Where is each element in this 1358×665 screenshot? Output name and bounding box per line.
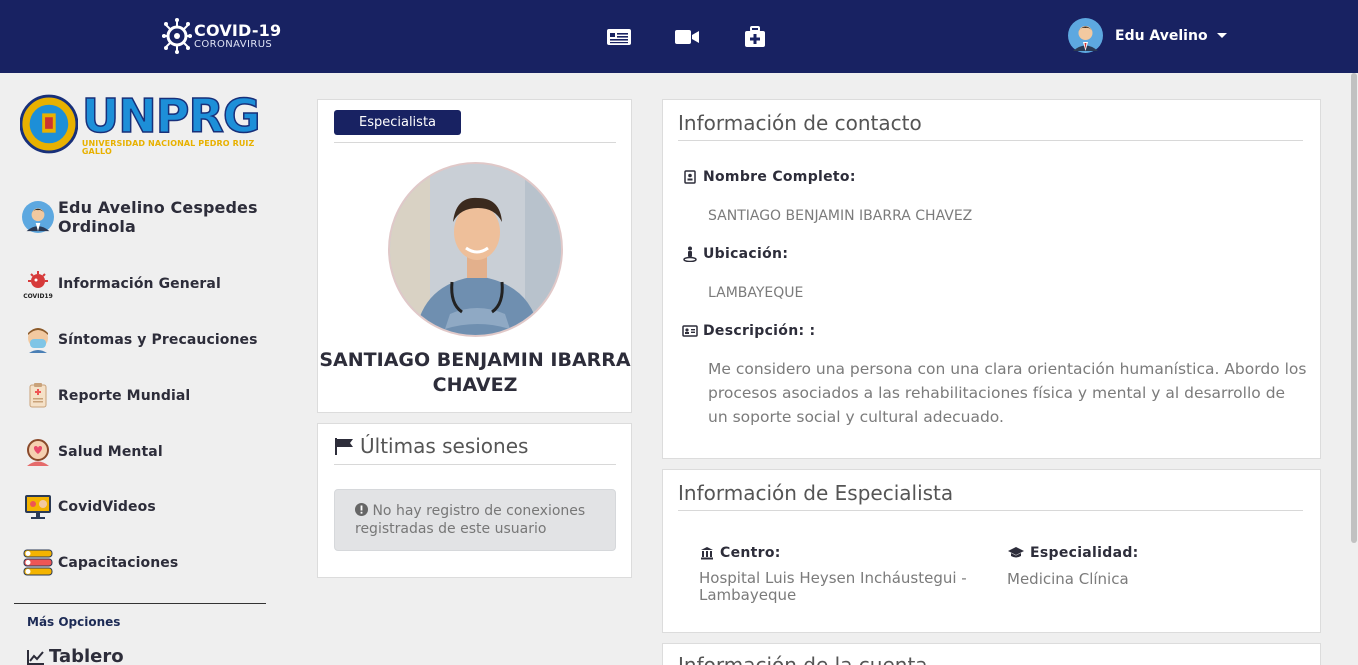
graduation-cap-icon [1007, 545, 1025, 561]
doctor-name: SANTIAGO BENJAMIN IBARRA CHAVEZ [319, 349, 631, 396]
user-menu-dropdown[interactable]: Edu Avelino [1068, 18, 1227, 53]
news-icon[interactable] [605, 24, 633, 50]
clipboard-report-icon [22, 380, 54, 412]
sessions-title: Últimas sesiones [360, 434, 529, 458]
covid19-icon: COVID19 [22, 268, 54, 300]
training-list-icon [22, 547, 54, 579]
scrollbar-thumb[interactable] [1351, 73, 1357, 543]
sidebar-item-covidvideos[interactable]: CovidVideos [22, 491, 156, 523]
specialty-value: Medicina Clínica [1007, 570, 1129, 588]
account-title: Información de la cuenta [678, 653, 928, 665]
line-chart-icon [27, 649, 44, 665]
video-icon[interactable] [673, 24, 701, 50]
svg-text:COVID19: COVID19 [23, 293, 53, 299]
sidebar-item-label: Capacitaciones [58, 555, 179, 571]
sidebar: UNPRG UNIVERSIDAD NACIONAL PEDRO RUIZ GA… [0, 73, 280, 665]
logo-subtitle: CORONAVIRUS [194, 38, 273, 50]
doctor-photo [388, 162, 563, 337]
sidebar-item-label: CovidVideos [58, 499, 156, 515]
sidebar-item-label: Reporte Mundial [58, 388, 191, 404]
contact-card: Información de contacto Nombre Completo:… [662, 99, 1321, 459]
chevron-down-icon [1216, 33, 1227, 38]
full-name-label: Nombre Completo: [682, 169, 856, 185]
exclamation-circle-icon [355, 503, 368, 516]
description-label: Descripción: : [682, 323, 815, 339]
user-avatar-icon [22, 201, 54, 233]
profile-card: Especialista SANTIAGO BENJAMIN IBARRA CH… [317, 99, 632, 413]
user-name: Edu Avelino [1115, 27, 1208, 44]
unprg-subtitle: UNIVERSIDAD NACIONAL PEDRO RUIZ GALLO [81, 138, 255, 156]
top-navbar: COVID-19 CORONAVIRUS Edu Avelino [0, 0, 1358, 73]
specialist-title: Información de Especialista [678, 481, 954, 505]
sidebar-item-reporte-mundial[interactable]: Reporte Mundial [22, 380, 190, 412]
sidebar-profile[interactable]: Edu Avelino Cespedes Ordinola [22, 198, 258, 236]
sidebar-item-tablero[interactable]: Tablero [27, 646, 124, 665]
sidebar-item-label: Tablero [49, 646, 124, 665]
contact-title: Información de contacto [678, 111, 922, 135]
full-name-value: SANTIAGO BENJAMIN IBARRA CHAVEZ [708, 208, 973, 224]
more-options-heading: Más Opciones [27, 615, 121, 629]
sidebar-profile-name: Edu Avelino Cespedes Ordinola [58, 198, 258, 236]
masked-person-icon [22, 324, 54, 356]
sidebar-divider [14, 603, 266, 604]
covid19-logo[interactable]: COVID-19 CORONAVIRUS [162, 14, 281, 58]
flag-icon [335, 438, 353, 455]
sidebar-item-label: Salud Mental [58, 444, 163, 460]
sidebar-item-sintomas[interactable]: Síntomas y Precauciones [22, 324, 258, 356]
unprg-logo[interactable]: UNPRG UNIVERSIDAD NACIONAL PEDRO RUIZ GA… [20, 87, 280, 161]
divider [334, 142, 616, 143]
video-screen-icon [22, 491, 54, 523]
divider [678, 140, 1303, 141]
sidebar-item-salud-mental[interactable]: Salud Mental [22, 436, 163, 468]
sidebar-item-label: Síntomas y Precauciones [58, 332, 258, 348]
university-icon [699, 545, 715, 561]
logo-title: COVID-19 [194, 20, 282, 40]
account-card: Información de la cuenta [662, 643, 1321, 665]
id-badge-icon [682, 169, 698, 185]
street-view-icon [682, 246, 698, 262]
no-sessions-alert: No hay registro de conexiones registrada… [334, 489, 616, 551]
sidebar-item-capacitaciones[interactable]: Capacitaciones [22, 547, 178, 579]
description-value: Me considero una persona con una clara o… [708, 360, 1307, 426]
center-value: Hospital Luis Heysen Incháustegui - Lamb… [699, 569, 967, 604]
role-badge: Especialista [334, 110, 461, 135]
avatar [1068, 18, 1103, 53]
sidebar-item-label: Información General [58, 276, 221, 292]
specialty-label: Especialidad: [1007, 545, 1139, 561]
divider [334, 464, 616, 465]
virus-icon [162, 18, 192, 54]
page-scrollbar[interactable] [1350, 73, 1358, 665]
specialist-card: Información de Especialista Centro: Hosp… [662, 469, 1321, 633]
location-value: LAMBAYEQUE [708, 285, 804, 301]
location-label: Ubicación: [682, 246, 788, 262]
id-card-icon [682, 323, 698, 339]
center-label: Centro: [699, 545, 781, 561]
mental-health-icon [22, 436, 54, 468]
medical-kit-icon[interactable] [741, 24, 769, 50]
divider [678, 510, 1303, 511]
alert-text: No hay registro de conexiones registrada… [355, 503, 586, 537]
sessions-card: Últimas sesiones No hay registro de cone… [317, 423, 632, 578]
unprg-title: UNPRG [81, 88, 261, 143]
sidebar-item-informacion-general[interactable]: COVID19 Información General [22, 268, 221, 300]
university-seal-icon [20, 94, 78, 154]
